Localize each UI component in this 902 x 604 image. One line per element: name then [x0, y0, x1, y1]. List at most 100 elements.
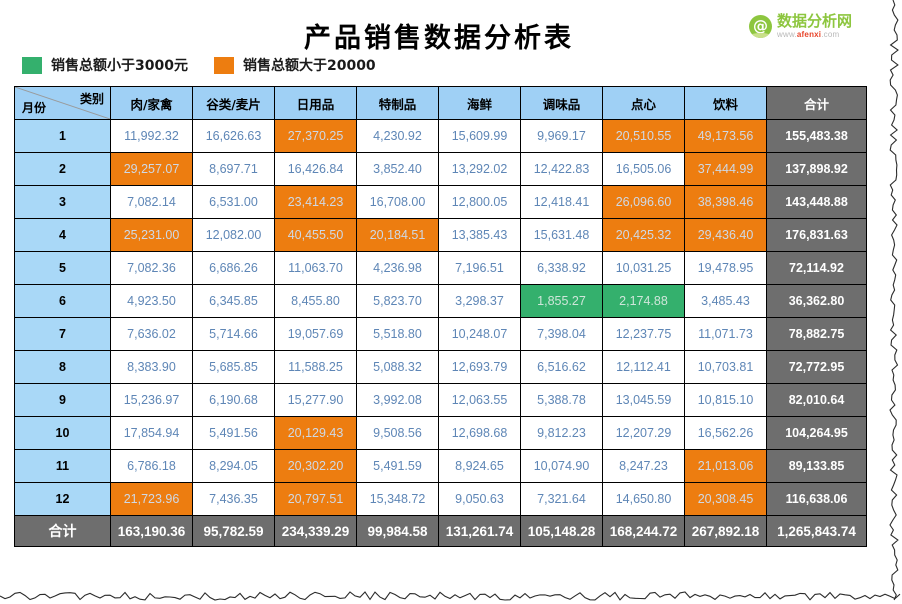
cell-m3-c6[interactable]: 12,418.41: [520, 185, 603, 219]
brand-url-prefix: www.: [776, 30, 797, 39]
cell-m7-c3[interactable]: 19,057.69: [274, 317, 357, 351]
cell-m12-c5[interactable]: 9,050.63: [438, 482, 521, 516]
cell-m8-c2[interactable]: 5,685.85: [192, 350, 275, 384]
cell-m11-c5[interactable]: 8,924.65: [438, 449, 521, 483]
cell-m12-c7[interactable]: 14,650.80: [602, 482, 685, 516]
cell-m10-c1[interactable]: 17,854.94: [110, 416, 193, 450]
cell-m9-c8[interactable]: 10,815.10: [684, 383, 767, 417]
cell-m2-c5[interactable]: 13,292.02: [438, 152, 521, 186]
cell-m1-c8[interactable]: 49,173.56: [684, 119, 767, 153]
cell-m8-c1[interactable]: 8,383.90: [110, 350, 193, 384]
cell-m4-c5[interactable]: 13,385.43: [438, 218, 521, 252]
cell-m12-c2[interactable]: 7,436.35: [192, 482, 275, 516]
cell-m9-c3[interactable]: 15,277.90: [274, 383, 357, 417]
cell-m4-c7[interactable]: 20,425.32: [602, 218, 685, 252]
cell-m6-c6[interactable]: 1,855.27: [520, 284, 603, 318]
cell-m6-c7[interactable]: 2,174.88: [602, 284, 685, 318]
cell-m5-c6[interactable]: 6,338.92: [520, 251, 603, 285]
cell-m5-c8[interactable]: 19,478.95: [684, 251, 767, 285]
cell-m2-c8[interactable]: 37,444.99: [684, 152, 767, 186]
cell-m9-c2[interactable]: 6,190.68: [192, 383, 275, 417]
cell-m9-c6[interactable]: 5,388.78: [520, 383, 603, 417]
cell-m2-c4[interactable]: 3,852.40: [356, 152, 439, 186]
cell-m3-c7[interactable]: 26,096.60: [602, 185, 685, 219]
cell-m10-c4[interactable]: 9,508.56: [356, 416, 439, 450]
cell-m10-c5[interactable]: 12,698.68: [438, 416, 521, 450]
cell-m11-c1[interactable]: 6,786.18: [110, 449, 193, 483]
cell-m5-c1[interactable]: 7,082.36: [110, 251, 193, 285]
cell-m12-c4[interactable]: 15,348.72: [356, 482, 439, 516]
cell-m10-c7[interactable]: 12,207.29: [602, 416, 685, 450]
cell-m9-c7[interactable]: 13,045.59: [602, 383, 685, 417]
cell-m4-c1[interactable]: 25,231.00: [110, 218, 193, 252]
cell-m8-c6[interactable]: 6,516.62: [520, 350, 603, 384]
cell-m5-c5[interactable]: 7,196.51: [438, 251, 521, 285]
footer-total-c4: 99,984.58: [356, 515, 439, 547]
cell-m9-c4[interactable]: 3,992.08: [356, 383, 439, 417]
cell-m7-c5[interactable]: 10,248.07: [438, 317, 521, 351]
cell-m11-c6[interactable]: 10,074.90: [520, 449, 603, 483]
cell-m8-c7[interactable]: 12,112.41: [602, 350, 685, 384]
cell-m9-c1[interactable]: 15,236.97: [110, 383, 193, 417]
cell-m7-c1[interactable]: 7,636.02: [110, 317, 193, 351]
cell-m8-c3[interactable]: 11,588.25: [274, 350, 357, 384]
cell-m5-c2[interactable]: 6,686.26: [192, 251, 275, 285]
cell-m2-c3[interactable]: 16,426.84: [274, 152, 357, 186]
cell-m6-c5[interactable]: 3,298.37: [438, 284, 521, 318]
cell-m2-c6[interactable]: 12,422.83: [520, 152, 603, 186]
cell-m12-c8[interactable]: 20,308.45: [684, 482, 767, 516]
cell-m11-c3[interactable]: 20,302.20: [274, 449, 357, 483]
cell-m2-c7[interactable]: 16,505.06: [602, 152, 685, 186]
cell-m7-c4[interactable]: 5,518.80: [356, 317, 439, 351]
cell-m11-c7[interactable]: 8,247.23: [602, 449, 685, 483]
cell-m1-c4[interactable]: 4,230.92: [356, 119, 439, 153]
cell-m8-c8[interactable]: 10,703.81: [684, 350, 767, 384]
cell-m4-c6[interactable]: 15,631.48: [520, 218, 603, 252]
cell-m3-c1[interactable]: 7,082.14: [110, 185, 193, 219]
cell-m7-c7[interactable]: 12,237.75: [602, 317, 685, 351]
cell-m8-c4[interactable]: 5,088.32: [356, 350, 439, 384]
cell-m3-c4[interactable]: 16,708.00: [356, 185, 439, 219]
cell-m10-c6[interactable]: 9,812.23: [520, 416, 603, 450]
cell-m3-c5[interactable]: 12,800.05: [438, 185, 521, 219]
cell-m4-c3[interactable]: 40,455.50: [274, 218, 357, 252]
row-total-m7: 78,882.75: [766, 317, 867, 351]
cell-m1-c3[interactable]: 27,370.25: [274, 119, 357, 153]
cell-m11-c8[interactable]: 21,013.06: [684, 449, 767, 483]
cell-m3-c3[interactable]: 23,414.23: [274, 185, 357, 219]
cell-m2-c2[interactable]: 8,697.71: [192, 152, 275, 186]
cell-m5-c3[interactable]: 11,063.70: [274, 251, 357, 285]
cell-m12-c3[interactable]: 20,797.51: [274, 482, 357, 516]
cell-m1-c2[interactable]: 16,626.63: [192, 119, 275, 153]
cell-m12-c6[interactable]: 7,321.64: [520, 482, 603, 516]
cell-m10-c2[interactable]: 5,491.56: [192, 416, 275, 450]
cell-m10-c3[interactable]: 20,129.43: [274, 416, 357, 450]
cell-m3-c2[interactable]: 6,531.00: [192, 185, 275, 219]
cell-m2-c1[interactable]: 29,257.07: [110, 152, 193, 186]
cell-m7-c6[interactable]: 7,398.04: [520, 317, 603, 351]
footer-label: 合计: [14, 515, 111, 547]
cell-m7-c2[interactable]: 5,714.66: [192, 317, 275, 351]
cell-m7-c8[interactable]: 11,071.73: [684, 317, 767, 351]
cell-m9-c5[interactable]: 12,063.55: [438, 383, 521, 417]
cell-m12-c1[interactable]: 21,723.96: [110, 482, 193, 516]
cell-m3-c8[interactable]: 38,398.46: [684, 185, 767, 219]
cell-m1-c6[interactable]: 9,969.17: [520, 119, 603, 153]
cell-m10-c8[interactable]: 16,562.26: [684, 416, 767, 450]
cell-m6-c4[interactable]: 5,823.70: [356, 284, 439, 318]
cell-m4-c8[interactable]: 29,436.40: [684, 218, 767, 252]
cell-m6-c8[interactable]: 3,485.43: [684, 284, 767, 318]
cell-m6-c3[interactable]: 8,455.80: [274, 284, 357, 318]
cell-m1-c7[interactable]: 20,510.55: [602, 119, 685, 153]
cell-m4-c4[interactable]: 20,184.51: [356, 218, 439, 252]
cell-m1-c1[interactable]: 11,992.32: [110, 119, 193, 153]
cell-m5-c4[interactable]: 4,236.98: [356, 251, 439, 285]
cell-m6-c1[interactable]: 4,923.50: [110, 284, 193, 318]
cell-m5-c7[interactable]: 10,031.25: [602, 251, 685, 285]
cell-m11-c4[interactable]: 5,491.59: [356, 449, 439, 483]
cell-m8-c5[interactable]: 12,693.79: [438, 350, 521, 384]
cell-m6-c2[interactable]: 6,345.85: [192, 284, 275, 318]
cell-m11-c2[interactable]: 8,294.05: [192, 449, 275, 483]
cell-m1-c5[interactable]: 15,609.99: [438, 119, 521, 153]
cell-m4-c2[interactable]: 12,082.00: [192, 218, 275, 252]
